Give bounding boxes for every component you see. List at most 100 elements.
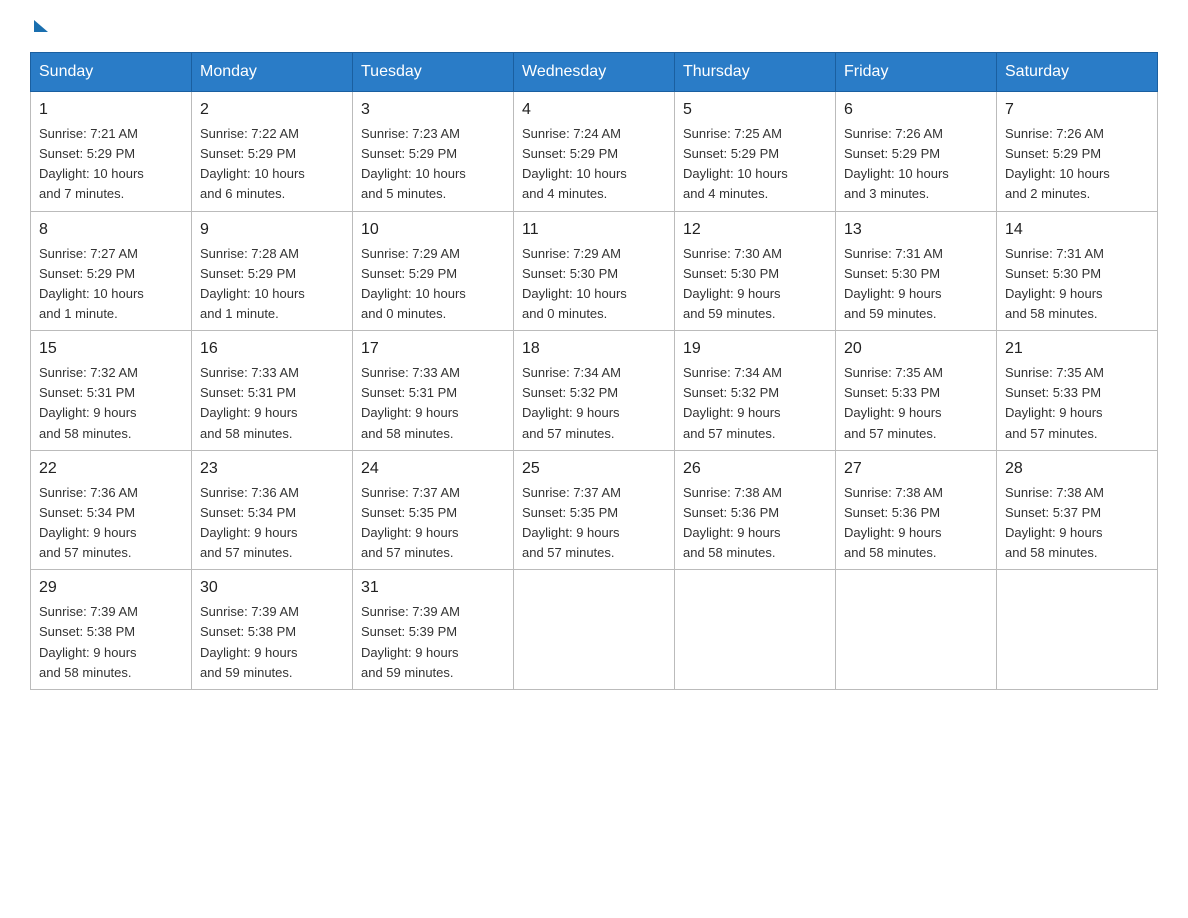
calendar-cell: 31Sunrise: 7:39 AM Sunset: 5:39 PM Dayli… <box>353 570 514 690</box>
day-info: Sunrise: 7:25 AM Sunset: 5:29 PM Dayligh… <box>683 124 827 205</box>
calendar-cell <box>514 570 675 690</box>
day-number: 5 <box>683 98 827 122</box>
day-info: Sunrise: 7:22 AM Sunset: 5:29 PM Dayligh… <box>200 124 344 205</box>
calendar-cell: 6Sunrise: 7:26 AM Sunset: 5:29 PM Daylig… <box>836 92 997 212</box>
calendar-cell: 8Sunrise: 7:27 AM Sunset: 5:29 PM Daylig… <box>31 211 192 331</box>
calendar-cell: 28Sunrise: 7:38 AM Sunset: 5:37 PM Dayli… <box>997 450 1158 570</box>
day-number: 31 <box>361 576 505 600</box>
day-info: Sunrise: 7:35 AM Sunset: 5:33 PM Dayligh… <box>844 363 988 444</box>
day-number: 17 <box>361 337 505 361</box>
day-number: 21 <box>1005 337 1149 361</box>
calendar-week-row: 15Sunrise: 7:32 AM Sunset: 5:31 PM Dayli… <box>31 331 1158 451</box>
calendar-cell: 5Sunrise: 7:25 AM Sunset: 5:29 PM Daylig… <box>675 92 836 212</box>
calendar-cell: 13Sunrise: 7:31 AM Sunset: 5:30 PM Dayli… <box>836 211 997 331</box>
day-number: 14 <box>1005 218 1149 242</box>
calendar-cell: 15Sunrise: 7:32 AM Sunset: 5:31 PM Dayli… <box>31 331 192 451</box>
day-info: Sunrise: 7:29 AM Sunset: 5:29 PM Dayligh… <box>361 244 505 325</box>
day-info: Sunrise: 7:34 AM Sunset: 5:32 PM Dayligh… <box>522 363 666 444</box>
calendar-cell <box>675 570 836 690</box>
calendar-cell <box>997 570 1158 690</box>
calendar-cell: 17Sunrise: 7:33 AM Sunset: 5:31 PM Dayli… <box>353 331 514 451</box>
day-number: 20 <box>844 337 988 361</box>
calendar-cell: 20Sunrise: 7:35 AM Sunset: 5:33 PM Dayli… <box>836 331 997 451</box>
day-info: Sunrise: 7:31 AM Sunset: 5:30 PM Dayligh… <box>844 244 988 325</box>
calendar-cell: 7Sunrise: 7:26 AM Sunset: 5:29 PM Daylig… <box>997 92 1158 212</box>
day-number: 16 <box>200 337 344 361</box>
day-info: Sunrise: 7:21 AM Sunset: 5:29 PM Dayligh… <box>39 124 183 205</box>
page-header <box>30 20 1158 32</box>
day-info: Sunrise: 7:32 AM Sunset: 5:31 PM Dayligh… <box>39 363 183 444</box>
day-info: Sunrise: 7:38 AM Sunset: 5:37 PM Dayligh… <box>1005 483 1149 564</box>
calendar-cell: 11Sunrise: 7:29 AM Sunset: 5:30 PM Dayli… <box>514 211 675 331</box>
calendar-header-friday: Friday <box>836 53 997 92</box>
day-number: 6 <box>844 98 988 122</box>
day-number: 19 <box>683 337 827 361</box>
calendar-cell: 27Sunrise: 7:38 AM Sunset: 5:36 PM Dayli… <box>836 450 997 570</box>
calendar-cell: 26Sunrise: 7:38 AM Sunset: 5:36 PM Dayli… <box>675 450 836 570</box>
day-number: 22 <box>39 457 183 481</box>
day-number: 8 <box>39 218 183 242</box>
calendar-cell: 30Sunrise: 7:39 AM Sunset: 5:38 PM Dayli… <box>192 570 353 690</box>
day-number: 13 <box>844 218 988 242</box>
day-info: Sunrise: 7:28 AM Sunset: 5:29 PM Dayligh… <box>200 244 344 325</box>
calendar-cell: 3Sunrise: 7:23 AM Sunset: 5:29 PM Daylig… <box>353 92 514 212</box>
calendar-table: SundayMondayTuesdayWednesdayThursdayFrid… <box>30 52 1158 690</box>
day-info: Sunrise: 7:27 AM Sunset: 5:29 PM Dayligh… <box>39 244 183 325</box>
calendar-cell: 22Sunrise: 7:36 AM Sunset: 5:34 PM Dayli… <box>31 450 192 570</box>
day-info: Sunrise: 7:37 AM Sunset: 5:35 PM Dayligh… <box>361 483 505 564</box>
day-info: Sunrise: 7:26 AM Sunset: 5:29 PM Dayligh… <box>844 124 988 205</box>
day-number: 23 <box>200 457 344 481</box>
calendar-header-sunday: Sunday <box>31 53 192 92</box>
day-info: Sunrise: 7:33 AM Sunset: 5:31 PM Dayligh… <box>361 363 505 444</box>
day-number: 29 <box>39 576 183 600</box>
day-number: 7 <box>1005 98 1149 122</box>
calendar-header-thursday: Thursday <box>675 53 836 92</box>
calendar-cell: 19Sunrise: 7:34 AM Sunset: 5:32 PM Dayli… <box>675 331 836 451</box>
day-number: 12 <box>683 218 827 242</box>
calendar-cell: 2Sunrise: 7:22 AM Sunset: 5:29 PM Daylig… <box>192 92 353 212</box>
day-number: 11 <box>522 218 666 242</box>
calendar-header-wednesday: Wednesday <box>514 53 675 92</box>
day-info: Sunrise: 7:26 AM Sunset: 5:29 PM Dayligh… <box>1005 124 1149 205</box>
calendar-cell: 12Sunrise: 7:30 AM Sunset: 5:30 PM Dayli… <box>675 211 836 331</box>
logo <box>30 20 48 32</box>
day-number: 18 <box>522 337 666 361</box>
day-info: Sunrise: 7:29 AM Sunset: 5:30 PM Dayligh… <box>522 244 666 325</box>
day-info: Sunrise: 7:33 AM Sunset: 5:31 PM Dayligh… <box>200 363 344 444</box>
calendar-cell: 25Sunrise: 7:37 AM Sunset: 5:35 PM Dayli… <box>514 450 675 570</box>
day-info: Sunrise: 7:39 AM Sunset: 5:38 PM Dayligh… <box>200 602 344 683</box>
day-number: 1 <box>39 98 183 122</box>
calendar-cell: 21Sunrise: 7:35 AM Sunset: 5:33 PM Dayli… <box>997 331 1158 451</box>
calendar-week-row: 22Sunrise: 7:36 AM Sunset: 5:34 PM Dayli… <box>31 450 1158 570</box>
calendar-cell: 1Sunrise: 7:21 AM Sunset: 5:29 PM Daylig… <box>31 92 192 212</box>
day-number: 10 <box>361 218 505 242</box>
day-info: Sunrise: 7:38 AM Sunset: 5:36 PM Dayligh… <box>844 483 988 564</box>
day-number: 26 <box>683 457 827 481</box>
calendar-cell: 24Sunrise: 7:37 AM Sunset: 5:35 PM Dayli… <box>353 450 514 570</box>
day-info: Sunrise: 7:23 AM Sunset: 5:29 PM Dayligh… <box>361 124 505 205</box>
calendar-week-row: 1Sunrise: 7:21 AM Sunset: 5:29 PM Daylig… <box>31 92 1158 212</box>
calendar-cell: 29Sunrise: 7:39 AM Sunset: 5:38 PM Dayli… <box>31 570 192 690</box>
calendar-cell: 23Sunrise: 7:36 AM Sunset: 5:34 PM Dayli… <box>192 450 353 570</box>
day-info: Sunrise: 7:34 AM Sunset: 5:32 PM Dayligh… <box>683 363 827 444</box>
calendar-cell: 10Sunrise: 7:29 AM Sunset: 5:29 PM Dayli… <box>353 211 514 331</box>
calendar-cell: 16Sunrise: 7:33 AM Sunset: 5:31 PM Dayli… <box>192 331 353 451</box>
calendar-week-row: 8Sunrise: 7:27 AM Sunset: 5:29 PM Daylig… <box>31 211 1158 331</box>
day-info: Sunrise: 7:39 AM Sunset: 5:39 PM Dayligh… <box>361 602 505 683</box>
calendar-cell <box>836 570 997 690</box>
calendar-header-saturday: Saturday <box>997 53 1158 92</box>
calendar-header-row: SundayMondayTuesdayWednesdayThursdayFrid… <box>31 53 1158 92</box>
day-number: 30 <box>200 576 344 600</box>
day-number: 27 <box>844 457 988 481</box>
calendar-cell: 4Sunrise: 7:24 AM Sunset: 5:29 PM Daylig… <box>514 92 675 212</box>
day-info: Sunrise: 7:24 AM Sunset: 5:29 PM Dayligh… <box>522 124 666 205</box>
calendar-header-monday: Monday <box>192 53 353 92</box>
day-info: Sunrise: 7:30 AM Sunset: 5:30 PM Dayligh… <box>683 244 827 325</box>
day-info: Sunrise: 7:31 AM Sunset: 5:30 PM Dayligh… <box>1005 244 1149 325</box>
day-number: 4 <box>522 98 666 122</box>
day-number: 9 <box>200 218 344 242</box>
day-info: Sunrise: 7:36 AM Sunset: 5:34 PM Dayligh… <box>39 483 183 564</box>
day-number: 24 <box>361 457 505 481</box>
day-number: 2 <box>200 98 344 122</box>
day-info: Sunrise: 7:39 AM Sunset: 5:38 PM Dayligh… <box>39 602 183 683</box>
